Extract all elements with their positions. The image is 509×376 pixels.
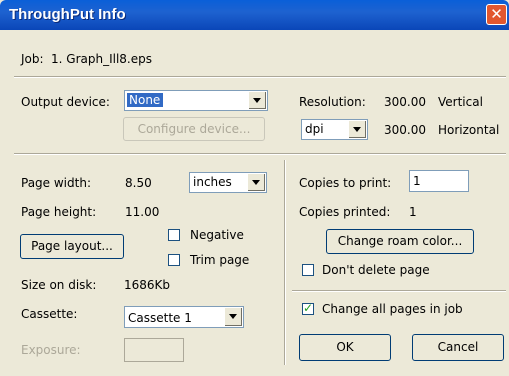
page-units-select[interactable]: inches	[189, 172, 267, 193]
output-device-label: Output device:	[21, 95, 110, 109]
negative-checkbox[interactable]	[168, 229, 180, 241]
negative-label: Negative	[190, 228, 244, 242]
size-on-disk-value: 1686Kb	[124, 278, 171, 292]
dont-delete-page-label: Don't delete page	[322, 263, 430, 277]
ok-label: OK	[336, 340, 354, 354]
ok-button[interactable]: OK	[299, 334, 391, 361]
divider-top	[14, 76, 506, 78]
copies-printed-value: 1	[409, 205, 417, 219]
dont-delete-page-checkbox[interactable]	[302, 264, 314, 276]
resolution-label: Resolution:	[299, 95, 366, 109]
page-layout-button[interactable]: Page layout...	[20, 234, 124, 259]
job-label: Job:	[21, 52, 44, 66]
cassette-label: Cassette:	[21, 307, 78, 321]
trim-page-checkbox[interactable]	[168, 254, 180, 266]
output-device-select[interactable]: None	[124, 90, 268, 111]
title-bar[interactable]: ThroughPut Info ✕	[0, 0, 509, 30]
copies-printed-label: Copies printed:	[299, 205, 391, 219]
page-height-label: Page height:	[21, 205, 97, 219]
page-units-value: inches	[193, 175, 232, 189]
change-all-pages-checkbox[interactable]	[302, 301, 314, 315]
chevron-down-icon[interactable]	[224, 308, 242, 326]
resolution-vertical-value: 300.00	[384, 95, 426, 109]
configure-device-label: Configure device...	[137, 122, 251, 136]
close-icon: ✕	[490, 5, 503, 23]
chevron-down-icon[interactable]	[247, 174, 265, 191]
chevron-down-icon[interactable]	[248, 92, 266, 109]
copies-to-print-input[interactable]: 1	[409, 170, 469, 192]
window-title: ThroughPut Info	[9, 6, 126, 23]
cancel-button[interactable]: Cancel	[412, 334, 504, 361]
resolution-horizontal-value: 300.00	[384, 123, 426, 137]
close-button[interactable]: ✕	[486, 4, 507, 25]
resolution-unit-select[interactable]: dpi	[301, 119, 368, 140]
divider-vertical	[284, 160, 286, 365]
cancel-label: Cancel	[437, 340, 479, 354]
size-on-disk-label: Size on disk:	[21, 278, 97, 292]
chevron-down-icon[interactable]	[348, 121, 366, 138]
exposure-input[interactable]	[124, 338, 184, 362]
copies-to-print-label: Copies to print:	[299, 176, 392, 190]
change-roam-color-button[interactable]: Change roam color...	[326, 229, 474, 254]
resolution-horizontal-label: Horizontal	[438, 123, 500, 137]
change-roam-color-label: Change roam color...	[337, 234, 463, 248]
trim-page-label: Trim page	[190, 253, 250, 267]
job-name: 1. Graph_Ill8.eps	[51, 52, 152, 66]
copies-to-print-value: 1	[413, 174, 421, 188]
page-height-value: 11.00	[125, 205, 160, 219]
page-width-label: Page width:	[21, 176, 91, 190]
page-width-value: 8.50	[125, 176, 152, 190]
configure-device-button[interactable]: Configure device...	[123, 117, 265, 141]
resolution-unit-value: dpi	[305, 122, 324, 136]
resolution-vertical-label: Vertical	[438, 95, 483, 109]
divider-middle	[14, 153, 506, 155]
page-layout-label: Page layout...	[31, 239, 113, 253]
cassette-value: Cassette 1	[128, 311, 192, 325]
divider-right	[292, 290, 506, 292]
output-device-value: None	[127, 93, 164, 107]
change-all-pages-label: Change all pages in job	[322, 302, 463, 316]
exposure-label: Exposure:	[21, 343, 81, 357]
cassette-select[interactable]: Cassette 1	[124, 306, 244, 328]
